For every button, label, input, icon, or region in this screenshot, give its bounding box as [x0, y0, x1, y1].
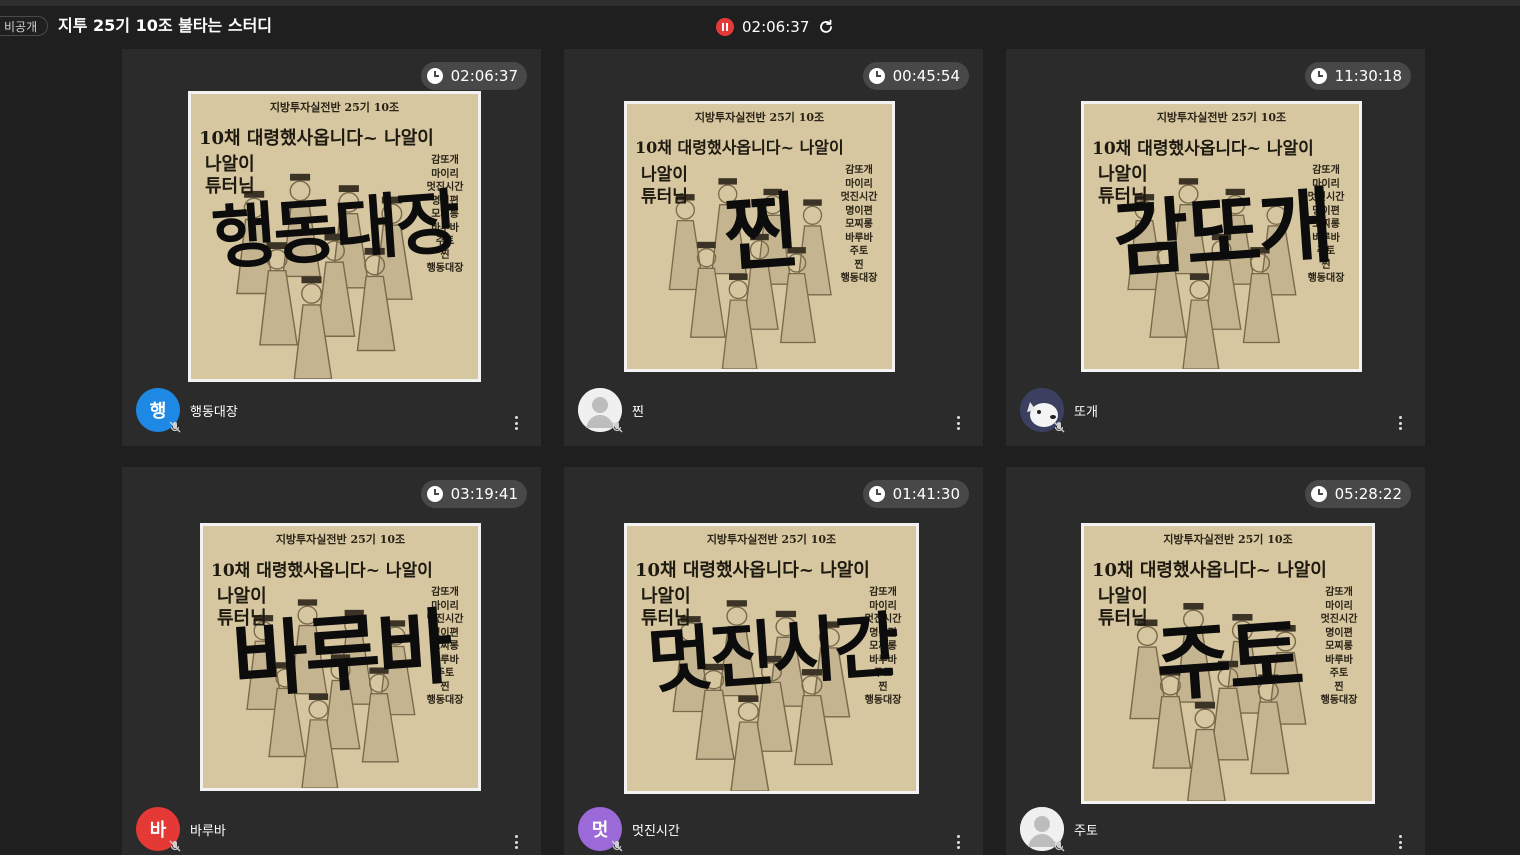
participant-info: 바 바루바: [136, 807, 226, 852]
room-title: 지투 25기 10조 불타는 스터디: [58, 16, 273, 35]
more-options-icon[interactable]: [515, 416, 519, 430]
participant-info: 주토: [1020, 807, 1098, 852]
camera-image: 지방투자실전반 25기 10조 10채 대령했사옵니다~ 나알이 나알이 튜터님 감또개…: [1081, 523, 1375, 804]
poster-big-name: 감또개: [1110, 178, 1334, 289]
mic-muted-icon: [611, 421, 623, 433]
clock-icon: [1310, 486, 1327, 502]
more-options-icon[interactable]: [515, 835, 519, 849]
clock-icon: [868, 68, 885, 84]
poster-big-name: 주토: [1152, 608, 1305, 713]
participant-info: 행 행동대장: [136, 388, 238, 433]
camera-image: 지방투자실전반 25기 10조 10채 대령했사옵니다~ 나알이 나알이 튜터님 감또개…: [624, 523, 919, 794]
study-timer: 11:30:18: [1304, 62, 1411, 90]
participant-tile[interactable]: 05:28:22 지방투자실전반 25기 10조 10채 대령했사옵니다~ 나알이…: [1006, 467, 1425, 855]
poster-headline: 10채 대령했사옵니다~ 나알이: [199, 128, 434, 149]
study-timer: 05:28:22: [1304, 480, 1411, 508]
timer-text: 02:06:37: [450, 67, 518, 85]
study-timer: 03:19:41: [420, 480, 527, 508]
participant-name: 주토: [1074, 823, 1098, 839]
poster-subtitle: 지방투자실전반 25기 10조: [1163, 533, 1293, 546]
poster-big-name: 멋진시간: [644, 603, 900, 704]
avatar-initial: 행: [149, 401, 167, 422]
room-header: 비공개 지투 25기 10조 불타는 스터디 02:06:37: [0, 6, 1520, 48]
poster-headline: 10채 대령했사옵니다~ 나알이: [1092, 139, 1314, 159]
participant-tile[interactable]: 00:45:54 지방투자실전반 25기 10조 10채 대령했사옵니다~ 나알이…: [564, 49, 983, 446]
mic-muted-icon: [611, 840, 623, 852]
participant-info: 찐: [578, 388, 644, 433]
recording-time: 02:06:37: [742, 18, 810, 36]
poster-headline: 10채 대령했사옵니다~ 나알이: [211, 561, 433, 581]
participant-name: 바루바: [190, 823, 226, 839]
participant-name: 또개: [1074, 404, 1098, 420]
clock-icon: [426, 68, 443, 84]
more-options-icon[interactable]: [1399, 416, 1403, 430]
study-timer: 01:41:30: [862, 480, 969, 508]
participant-info: 멋 멋진시간: [578, 807, 680, 852]
avatar: [578, 388, 623, 433]
participant-info: 또개: [1020, 388, 1098, 433]
avatar-initial: 바: [149, 820, 167, 841]
avatar: 바: [136, 807, 181, 852]
refresh-icon[interactable]: [818, 19, 834, 35]
poster-headline: 10채 대령했사옵니다~ 나알이: [635, 560, 870, 581]
camera-image: 지방투자실전반 25기 10조 10채 대령했사옵니다~ 나알이 나알이 튜터님 감또개…: [624, 101, 895, 372]
poster-subtitle: 지방투자실전반 25기 10조: [269, 101, 400, 114]
timer-text: 00:45:54: [892, 67, 960, 85]
participant-tile[interactable]: 02:06:37 지방투자실전반 25기 10조 10채 대령했사옵니다~ 나알이…: [122, 49, 541, 446]
avatar: 멋: [578, 807, 623, 852]
timer-text: 01:41:30: [892, 485, 960, 503]
poster-subtitle: 지방투자실전반 25기 10조: [706, 533, 837, 546]
timer-text: 05:28:22: [1334, 485, 1402, 503]
pause-recording-icon[interactable]: [716, 18, 734, 36]
poster-headline: 10채 대령했사옵니다~ 나알이: [1092, 560, 1327, 581]
poster-name-item: 행동대장: [864, 695, 902, 706]
avatar: 행: [136, 388, 181, 433]
poster-subtitle: 지방투자실전반 25기 10조: [1156, 111, 1287, 124]
poster-big-name: 찐: [720, 183, 800, 284]
participant-name: 행동대장: [190, 404, 238, 420]
mic-muted-icon: [169, 421, 181, 433]
participant-name: 멋진시간: [632, 823, 680, 839]
clock-icon: [426, 486, 443, 502]
more-options-icon[interactable]: [957, 416, 961, 430]
participant-tile[interactable]: 03:19:41 지방투자실전반 25기 10조 10채 대령했사옵니다~ 나알이…: [122, 467, 541, 855]
participant-tile[interactable]: 01:41:30 지방투자실전반 25기 10조 10채 대령했사옵니다~ 나알이…: [564, 467, 983, 855]
study-timer: 02:06:37: [420, 62, 527, 90]
more-options-icon[interactable]: [957, 835, 961, 849]
camera-image: 지방투자실전반 25기 10조 10채 대령했사옵니다~ 나알이 나알이 튜터님 감또개…: [1081, 101, 1362, 372]
avatar-initial: 멋: [591, 820, 609, 841]
poster-left-line: 나알이: [205, 154, 255, 175]
participant-tile[interactable]: 11:30:18 지방투자실전반 25기 10조 10채 대령했사옵니다~ 나알이…: [1006, 49, 1425, 446]
clock-icon: [1310, 68, 1327, 84]
study-timer: 00:45:54: [862, 62, 969, 90]
poster-subtitle: 지방투자실전반 25기 10조: [275, 533, 406, 546]
timer-text: 11:30:18: [1334, 67, 1402, 85]
recording-status: 02:06:37: [716, 17, 834, 37]
poster-big-name: 바루바: [229, 599, 453, 710]
poster-big-name: 행동대장: [209, 181, 461, 281]
timer-text: 03:19:41: [450, 485, 518, 503]
clock-icon: [868, 486, 885, 502]
camera-image: 지방투자실전반 25기 10조 10채 대령했사옵니다~ 나알이 나알이 튜터님 감또개…: [188, 91, 481, 382]
avatar: [1020, 388, 1065, 433]
avatar: [1020, 807, 1065, 852]
camera-image: 지방투자실전반 25기 10조 10채 대령했사옵니다~ 나알이 나알이 튜터님 감또개…: [200, 523, 481, 791]
more-options-icon[interactable]: [1399, 835, 1403, 849]
mic-muted-icon: [1053, 421, 1065, 433]
poster-headline: 10채 대령했사옵니다~ 나알이: [635, 138, 844, 157]
mic-muted-icon: [1053, 840, 1065, 852]
participant-name: 찐: [632, 404, 644, 420]
mic-muted-icon: [169, 840, 181, 852]
poster-subtitle: 지방투자실전반 25기 10조: [694, 111, 825, 124]
privacy-badge[interactable]: 비공개: [0, 16, 49, 36]
